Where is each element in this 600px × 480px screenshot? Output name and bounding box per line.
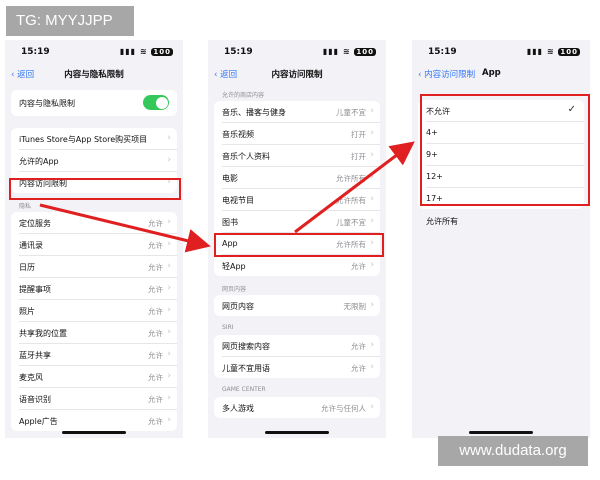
arrow-to-options bbox=[294, 141, 415, 234]
arrow-to-app-row bbox=[39, 203, 211, 253]
tutorial-arrows bbox=[39, 141, 415, 253]
watermark-bottom: www.dudata.org bbox=[438, 436, 588, 466]
